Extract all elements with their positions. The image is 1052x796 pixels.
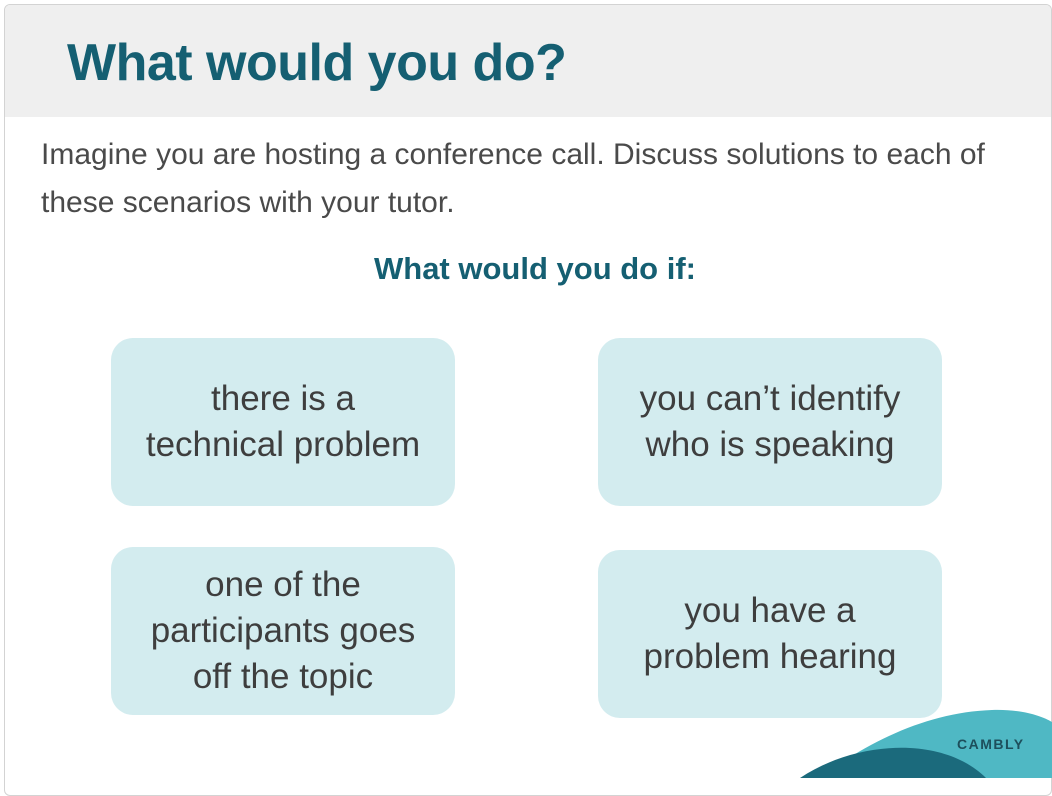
brand-logo-shape bbox=[800, 709, 1052, 778]
lesson-card: What would you do? Imagine you are hosti… bbox=[4, 4, 1052, 796]
brand-logo-text: CAMBLY bbox=[957, 736, 1025, 752]
scenario-card: there is a technical problem bbox=[111, 338, 455, 506]
scenario-card: you can’t identify who is speaking bbox=[598, 338, 942, 506]
card-header: What would you do? bbox=[5, 5, 1051, 117]
scenario-card: one of the participants goes off the top… bbox=[111, 547, 455, 715]
instructions-text: Imagine you are hosting a conference cal… bbox=[41, 138, 985, 219]
prompt-heading: What would you do if: bbox=[374, 251, 696, 286]
scenario-text: you can’t identify who is speaking bbox=[639, 379, 901, 464]
scenario-text: you have a problem hearing bbox=[643, 591, 897, 676]
page-title: What would you do? bbox=[67, 34, 567, 92]
scenario-text: there is a technical problem bbox=[145, 379, 421, 464]
scenario-text: one of the participants goes off the top… bbox=[150, 565, 416, 696]
